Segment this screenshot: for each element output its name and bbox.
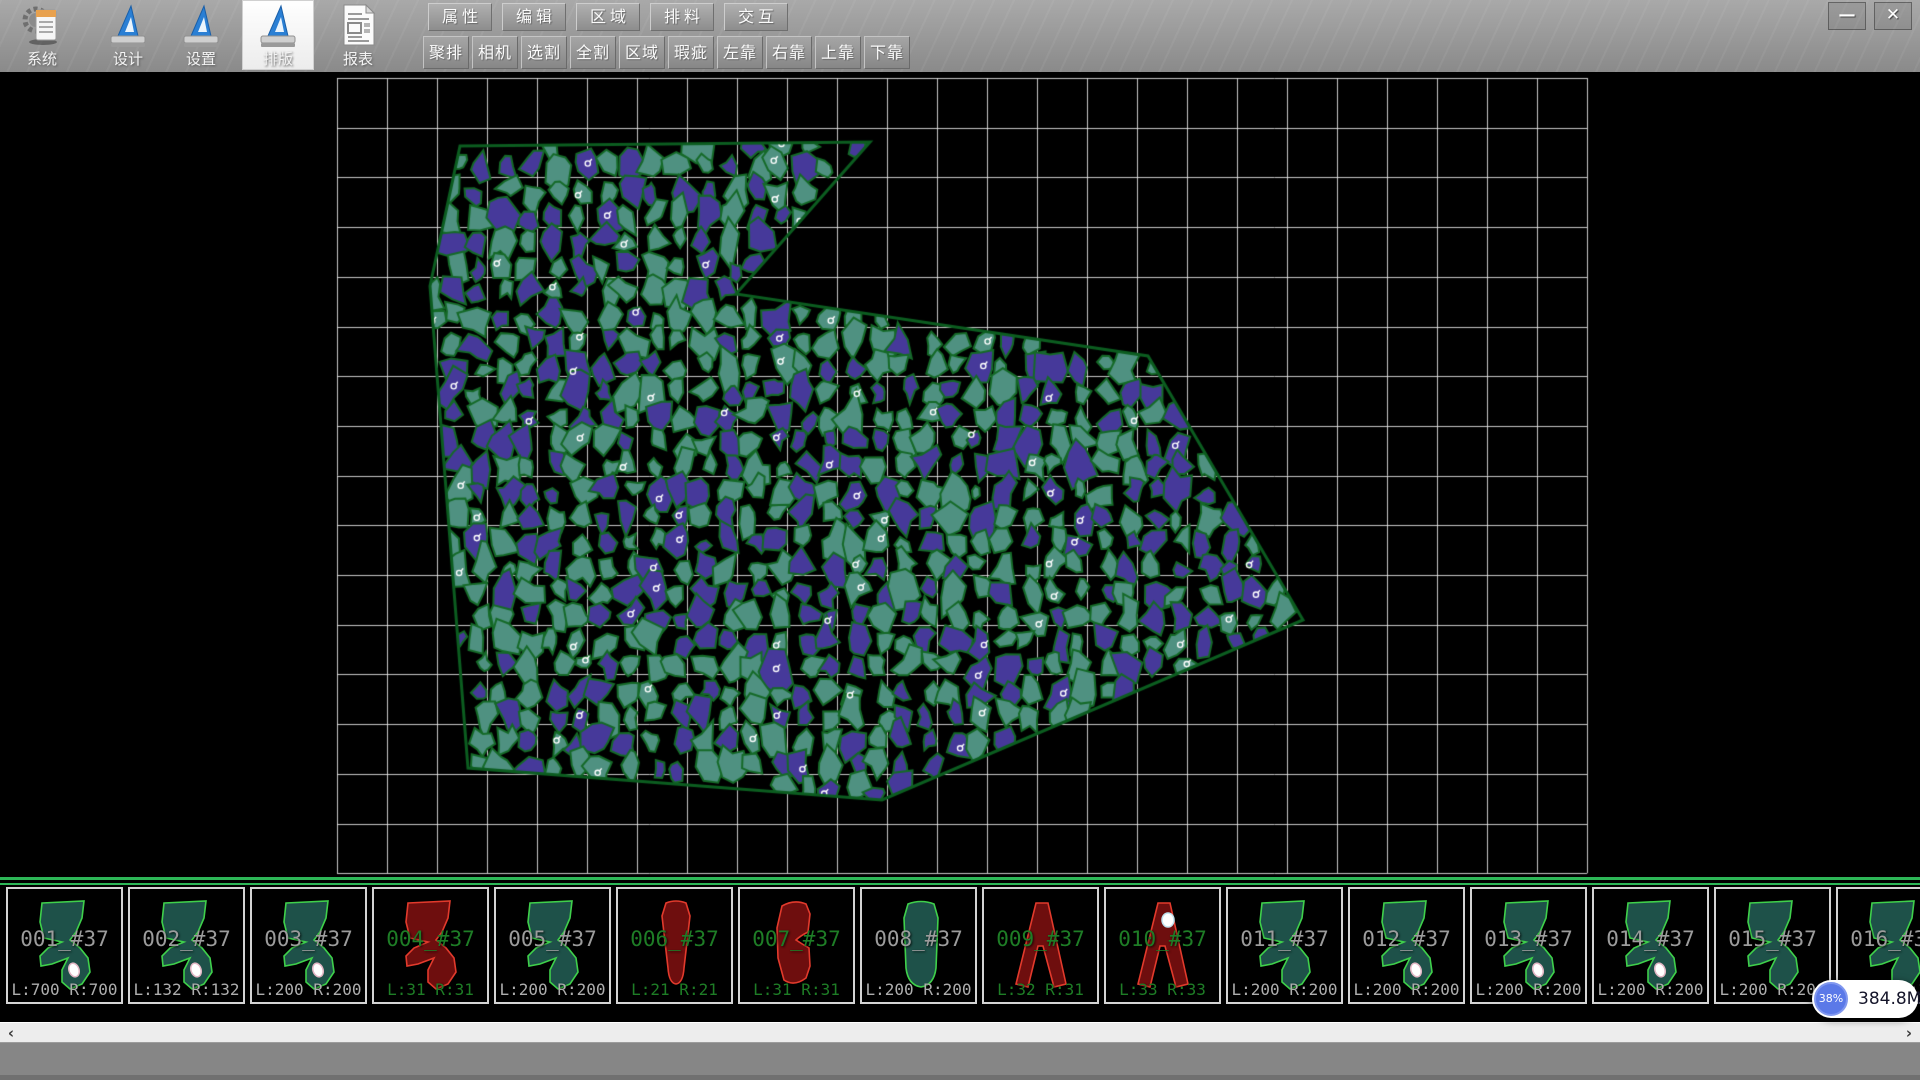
piece-id: 014_#37 bbox=[1594, 927, 1707, 951]
main-button-3[interactable]: 设置 bbox=[165, 0, 237, 70]
thumbnail-cell-12[interactable]: 012_#37 L:200 R:200 bbox=[1348, 887, 1465, 1004]
piece-lr-count: L:32 R:31 bbox=[984, 980, 1097, 999]
thumbnail-cell-3[interactable]: 003_#37 L:200 R:200 bbox=[250, 887, 367, 1004]
piece-lr-count: L:200 R:200 bbox=[1594, 980, 1707, 999]
piece-lr-count: L:31 R:31 bbox=[374, 980, 487, 999]
piece-id: 011_#37 bbox=[1228, 927, 1341, 951]
menu-tab-3[interactable]: 区域 bbox=[576, 3, 640, 31]
piece-id: 008_#37 bbox=[862, 927, 975, 951]
thumbnail-cell-2[interactable]: 002_#37 L:132 R:132 bbox=[128, 887, 245, 1004]
window-controls: — ✕ bbox=[1828, 2, 1912, 30]
thumbnail-cell-8[interactable]: 008_#37 L:200 R:200 bbox=[860, 887, 977, 1004]
thumbnail-cell-10[interactable]: 010_#37 L:33 R:33 bbox=[1104, 887, 1221, 1004]
strip-separator bbox=[0, 877, 1920, 885]
main-button-5[interactable]: 报表 bbox=[322, 0, 394, 70]
tool-button-row: 聚排相机选割全割区域瑕疵左靠右靠上靠下靠 bbox=[423, 36, 910, 69]
thumbnail-cell-11[interactable]: 011_#37 L:200 R:200 bbox=[1226, 887, 1343, 1004]
piece-id: 015_#37 bbox=[1716, 927, 1829, 951]
tool-button-7[interactable]: 左靠 bbox=[717, 36, 763, 69]
main-button-label: 报表 bbox=[322, 50, 394, 68]
tool-button-10[interactable]: 下靠 bbox=[864, 36, 910, 69]
scroll-left-arrow[interactable]: ‹ bbox=[2, 1023, 20, 1043]
piece-lr-count: L:200 R:200 bbox=[862, 980, 975, 999]
design-ruler-icon bbox=[92, 0, 164, 50]
toolbar: 系统设计设置排版报表 属性编辑区域排料交互 聚排相机选割全割区域瑕疵左靠右靠上靠… bbox=[0, 0, 1920, 74]
tool-button-9[interactable]: 上靠 bbox=[815, 36, 861, 69]
tool-button-1[interactable]: 聚排 bbox=[423, 36, 469, 69]
thumbnail-strip: 001_#37 L:700 R:700 002_#37 L:132 R:132 003_… bbox=[0, 885, 1920, 1005]
scroll-right-arrow[interactable]: › bbox=[1900, 1023, 1918, 1043]
piece-id: 003_#37 bbox=[252, 927, 365, 951]
thumbnail-cell-6[interactable]: 006_#37 L:21 R:21 bbox=[616, 887, 733, 1004]
main-button-label: 排版 bbox=[242, 50, 314, 68]
thumbnail-cell-5[interactable]: 005_#37 L:200 R:200 bbox=[494, 887, 611, 1004]
nesting-ruler-icon bbox=[242, 0, 314, 50]
application-window: 系统设计设置排版报表 属性编辑区域排料交互 聚排相机选割全割区域瑕疵左靠右靠上靠… bbox=[0, 0, 1920, 1080]
piece-id: 006_#37 bbox=[618, 927, 731, 951]
thumbnail-cell-1[interactable]: 001_#37 L:700 R:700 bbox=[6, 887, 123, 1004]
piece-lr-count: L:200 R:200 bbox=[252, 980, 365, 999]
piece-id: 016_#37 bbox=[1838, 927, 1920, 951]
report-doc-icon bbox=[322, 0, 394, 50]
tool-button-5[interactable]: 区域 bbox=[619, 36, 665, 69]
piece-id: 004_#37 bbox=[374, 927, 487, 951]
piece-lr-count: L:200 R:200 bbox=[1472, 980, 1585, 999]
piece-id: 010_#37 bbox=[1106, 927, 1219, 951]
thumbnail-cell-7[interactable]: 007_#37 L:31 R:31 bbox=[738, 887, 855, 1004]
piece-lr-count: L:200 R:200 bbox=[1228, 980, 1341, 999]
piece-id: 007_#37 bbox=[740, 927, 853, 951]
horizontal-scrollbar[interactable]: ‹ › bbox=[0, 1022, 1920, 1043]
tool-button-4[interactable]: 全割 bbox=[570, 36, 616, 69]
menu-tab-4[interactable]: 排料 bbox=[650, 3, 714, 31]
main-button-4[interactable]: 排版 bbox=[242, 0, 314, 70]
memory-value: 384.8M bbox=[1858, 980, 1920, 1018]
menu-tab-5[interactable]: 交互 bbox=[724, 3, 788, 31]
piece-lr-count: L:33 R:33 bbox=[1106, 980, 1219, 999]
status-bar bbox=[0, 1042, 1920, 1080]
piece-id: 012_#37 bbox=[1350, 927, 1463, 951]
main-button-label: 设计 bbox=[92, 50, 164, 68]
system-gear-icon bbox=[6, 0, 78, 50]
piece-lr-count: L:21 R:21 bbox=[618, 980, 731, 999]
tool-button-8[interactable]: 右靠 bbox=[766, 36, 812, 69]
piece-lr-count: L:200 R:200 bbox=[496, 980, 609, 999]
thumbnail-cell-14[interactable]: 014_#37 L:200 R:200 bbox=[1592, 887, 1709, 1004]
tool-button-3[interactable]: 选割 bbox=[521, 36, 567, 69]
close-button[interactable]: ✕ bbox=[1874, 2, 1912, 30]
piece-id: 001_#37 bbox=[8, 927, 121, 951]
piece-lr-count: L:200 R:200 bbox=[1350, 980, 1463, 999]
main-button-label: 系统 bbox=[6, 50, 78, 68]
piece-lr-count: L:132 R:132 bbox=[130, 980, 243, 999]
piece-id: 009_#37 bbox=[984, 927, 1097, 951]
piece-lr-count: L:31 R:31 bbox=[740, 980, 853, 999]
menu-tab-1[interactable]: 属性 bbox=[428, 3, 492, 31]
piece-lr-count: L:700 R:700 bbox=[8, 980, 121, 999]
memory-percent-badge: 38% bbox=[1814, 982, 1848, 1016]
settings-ruler-icon bbox=[165, 0, 237, 50]
tool-button-6[interactable]: 瑕疵 bbox=[668, 36, 714, 69]
thumbnail-cell-9[interactable]: 009_#37 L:32 R:31 bbox=[982, 887, 1099, 1004]
main-button-2[interactable]: 设计 bbox=[92, 0, 164, 70]
thumbnail-cell-13[interactable]: 013_#37 L:200 R:200 bbox=[1470, 887, 1587, 1004]
memory-indicator[interactable]: 38% 384.8M bbox=[1812, 980, 1918, 1018]
main-button-1[interactable]: 系统 bbox=[6, 0, 78, 70]
tool-button-2[interactable]: 相机 bbox=[472, 36, 518, 69]
menu-tab-row: 属性编辑区域排料交互 bbox=[428, 3, 788, 31]
minimize-button[interactable]: — bbox=[1828, 2, 1866, 30]
main-button-label: 设置 bbox=[165, 50, 237, 68]
piece-id: 002_#37 bbox=[130, 927, 243, 951]
piece-id: 013_#37 bbox=[1472, 927, 1585, 951]
nesting-canvas[interactable] bbox=[0, 72, 1920, 884]
thumbnail-cell-15[interactable]: 015_#37L:200 R:200 bbox=[1714, 887, 1831, 1004]
piece-id: 005_#37 bbox=[496, 927, 609, 951]
thumbnail-cell-4[interactable]: 004_#37 L:31 R:31 bbox=[372, 887, 489, 1004]
menu-tab-2[interactable]: 编辑 bbox=[502, 3, 566, 31]
